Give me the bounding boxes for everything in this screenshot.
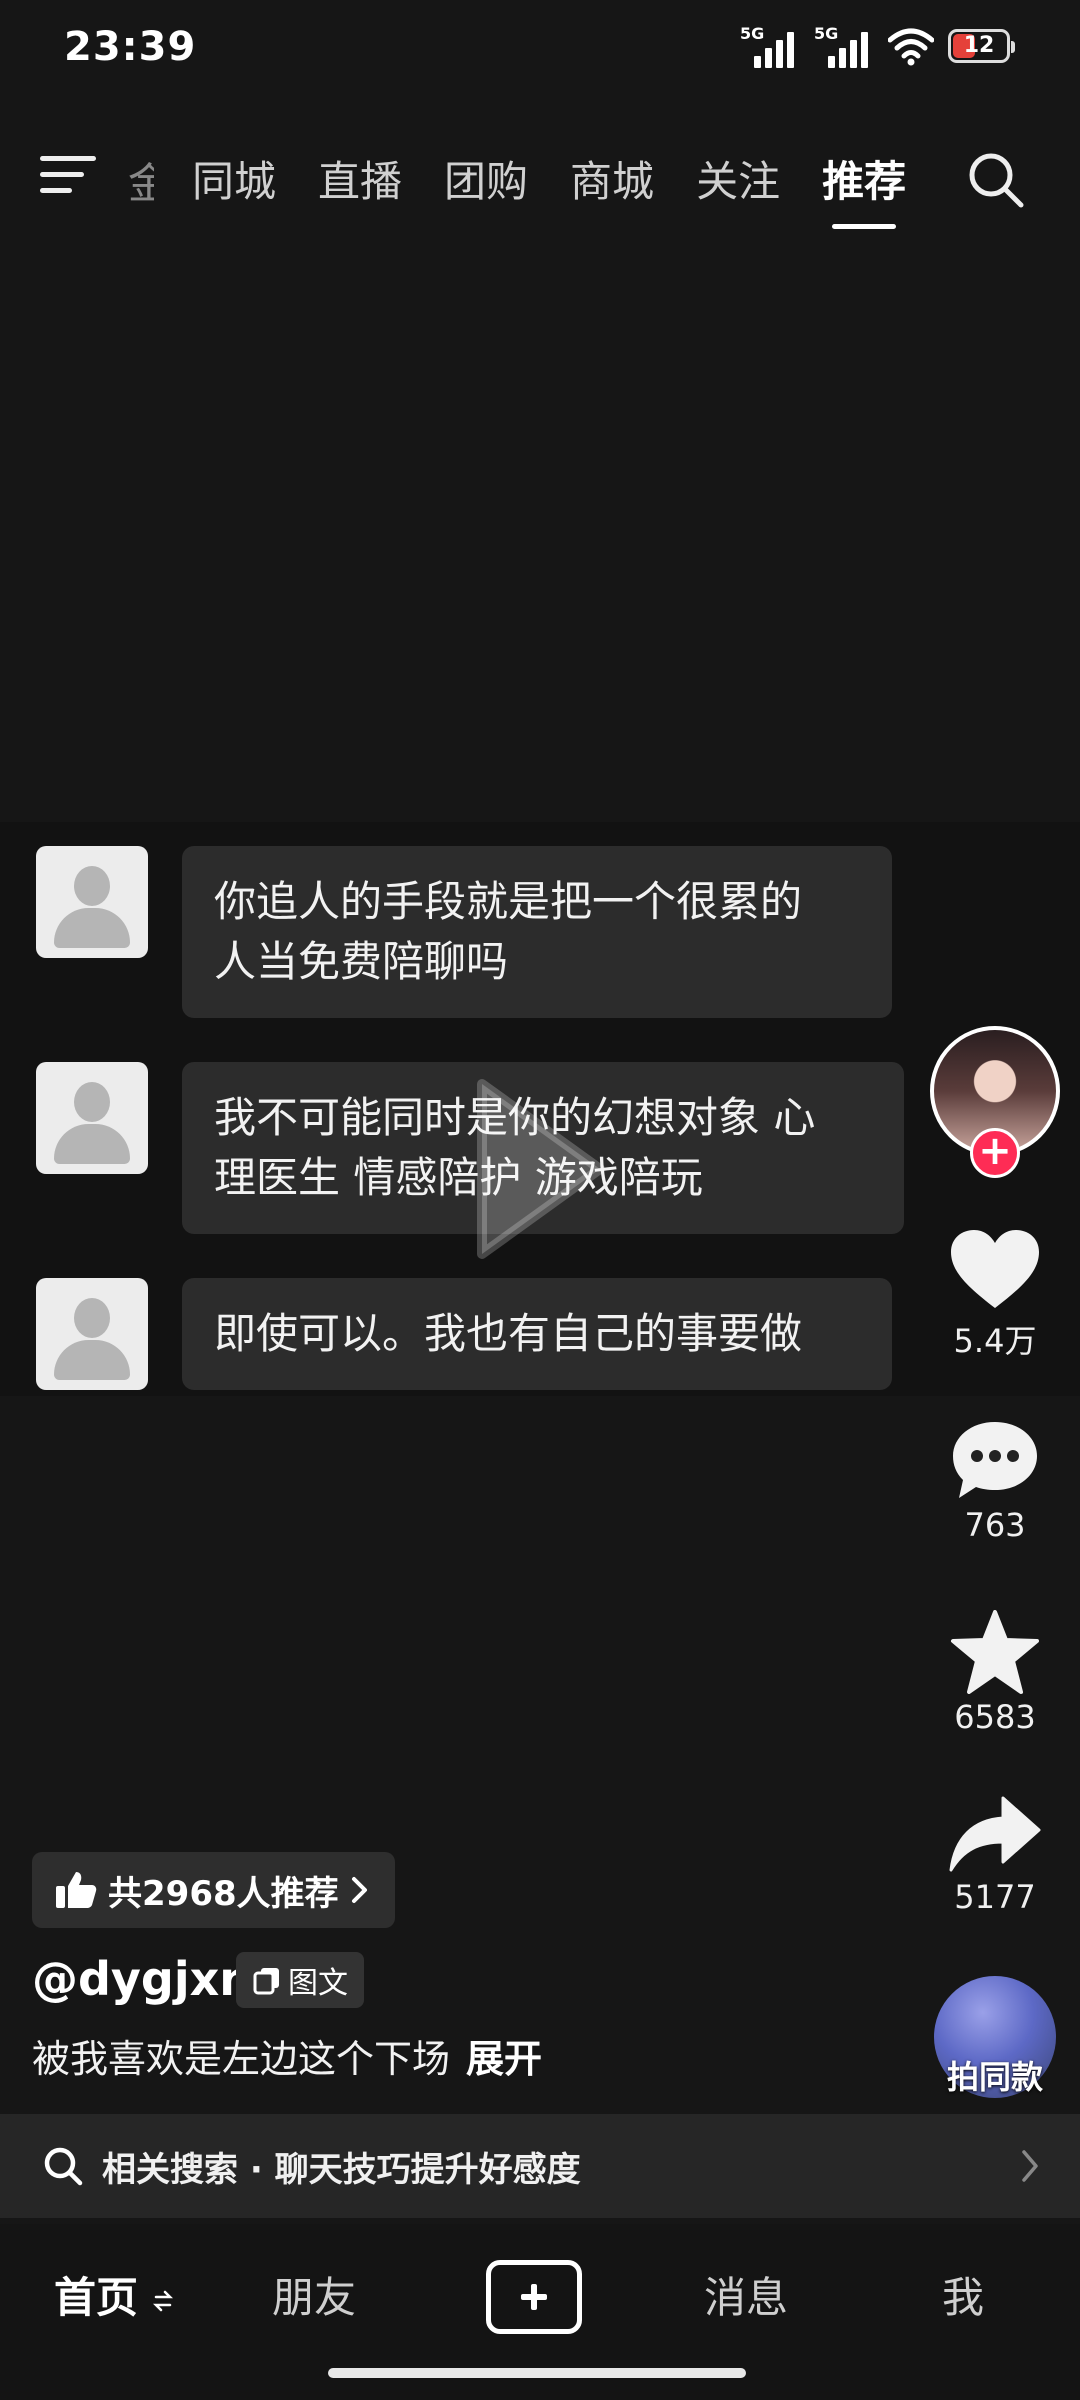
expand-link[interactable]: 展开 [466, 2037, 542, 2081]
share-button[interactable]: 5177 [930, 1794, 1060, 1916]
wifi-icon [888, 28, 934, 66]
nav-friends[interactable]: 朋友 [272, 2264, 356, 2325]
comment-count: 763 [964, 1506, 1026, 1544]
default-avatar-icon [36, 846, 148, 958]
related-search-bar[interactable]: 相关搜索 · 聊天技巧提升好感度 [0, 2114, 1080, 2218]
heart-icon [951, 1230, 1039, 1308]
favorite-button[interactable]: 6583 [930, 1610, 1060, 1736]
battery-icon: 12 [948, 29, 1015, 63]
nav-home[interactable]: 首页 [54, 2264, 173, 2325]
recommend-pill[interactable]: 共2968人推荐 [32, 1852, 395, 1928]
bottom-nav: 首页 朋友 消息 我 [0, 2224, 1080, 2400]
image-text-icon [253, 1968, 279, 1995]
top-tabs: 同城 直播 团购 商城 关注 推荐 [192, 148, 948, 229]
author-name[interactable]: @dygjxn [32, 1952, 252, 2006]
chevron-right-icon [1022, 2150, 1038, 2182]
cellular-signal-icon-2: 5G [814, 24, 874, 68]
home-indicator[interactable] [328, 2368, 746, 2378]
post-type-tag: 图文 [236, 1952, 364, 2008]
chat-bubble: 即使可以。我也有自己的事要做 [182, 1278, 892, 1390]
recommend-text: 共2968人推荐 [108, 1873, 339, 1914]
like-button[interactable]: 5.4万 [930, 1228, 1060, 1362]
follow-plus-icon[interactable]: + [970, 1128, 1020, 1178]
cellular-signal-icon: 5G [740, 24, 800, 68]
default-avatar-icon [36, 1278, 148, 1390]
chat-bubble: 你追人的手段就是把一个很累的 人当免费陪聊吗 [182, 846, 892, 1018]
thumbs-up-icon [56, 1872, 97, 1908]
nav-me[interactable]: 我 [942, 2264, 984, 2325]
play-icon[interactable] [468, 1074, 608, 1264]
tab-live[interactable]: 直播 [318, 148, 402, 209]
default-avatar-icon [36, 1062, 148, 1174]
tab-group-buy[interactable]: 团购 [444, 148, 528, 209]
chevron-right-icon [351, 1877, 367, 1903]
remix-label[interactable]: 拍同款 [920, 2052, 1070, 2098]
chat-message: 你追人的手段就是把一个很累的 人当免费陪聊吗 [36, 846, 892, 1018]
chat-message: 即使可以。我也有自己的事要做 [36, 1278, 892, 1390]
refresh-arrows-icon [152, 2290, 173, 2311]
nav-messages[interactable]: 消息 [704, 2264, 788, 2325]
menu-icon[interactable] [40, 156, 96, 200]
post-caption: 被我喜欢是左边这个下场 展开 [32, 2037, 543, 2081]
tab-nearby[interactable]: 同城 [192, 148, 276, 209]
comment-icon [953, 1422, 1037, 1498]
tab-recommend[interactable]: 推荐 [822, 148, 906, 229]
search-icon[interactable] [966, 150, 1026, 210]
video-feed-screen: 23:39 5G 5G 12 金 同城 直播 团购 商城 关注 推荐 你追人的手… [0, 0, 1080, 2400]
tab-mall[interactable]: 商城 [570, 148, 654, 209]
create-post-plus-icon[interactable] [486, 2260, 582, 2334]
status-time: 23:39 [64, 24, 197, 70]
favorite-count: 6583 [954, 1698, 1036, 1736]
search-icon [44, 2147, 83, 2186]
like-count: 5.4万 [953, 1322, 1037, 1360]
comment-button[interactable]: 763 [930, 1418, 1060, 1544]
star-icon [951, 1610, 1039, 1694]
status-icons: 5G 5G 12 [740, 24, 1015, 68]
tab-partial[interactable]: 金 [128, 150, 154, 211]
share-count: 5177 [954, 1878, 1036, 1916]
share-icon [949, 1796, 1041, 1872]
related-search-text: 相关搜索 · 聊天技巧提升好感度 [102, 2149, 581, 2190]
tab-following[interactable]: 关注 [696, 148, 780, 209]
